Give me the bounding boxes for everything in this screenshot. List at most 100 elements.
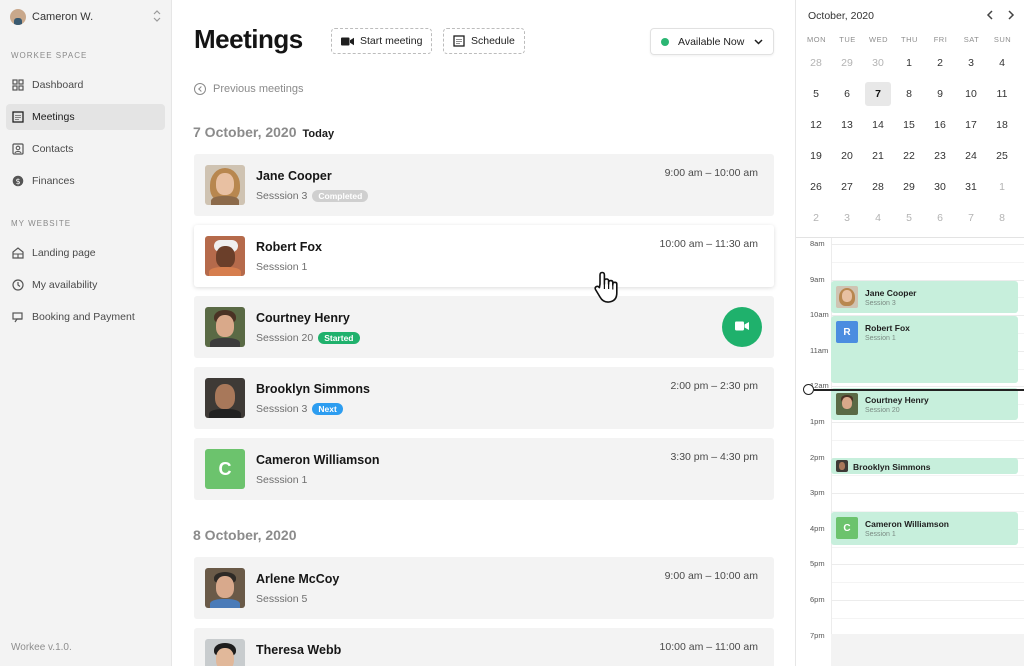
landing-page-icon [12, 247, 24, 259]
calendar-day[interactable]: 30 [865, 51, 891, 75]
calendar-grid-icon [453, 35, 465, 47]
calendar-day[interactable]: 20 [834, 144, 860, 168]
calendar-day[interactable]: 11 [989, 82, 1015, 106]
calendar-day[interactable]: 26 [803, 175, 829, 199]
sidebar-item-label: Landing page [32, 247, 96, 259]
current-time-marker [803, 384, 814, 395]
calendar-day[interactable]: 22 [896, 144, 922, 168]
schedule-button[interactable]: Schedule [443, 28, 525, 54]
calendar-day[interactable]: 29 [896, 175, 922, 199]
calendar-day[interactable]: 9 [927, 82, 953, 106]
dashboard-icon [12, 79, 24, 91]
calendar-day[interactable]: 31 [958, 175, 984, 199]
availability-select[interactable]: Available Now [650, 28, 774, 55]
calendar-day[interactable]: 2 [927, 51, 953, 75]
hour-label: 6pm [810, 595, 825, 604]
calendar-day[interactable]: 1 [989, 175, 1015, 199]
calendar-day[interactable]: 6 [834, 82, 860, 106]
calendar-day[interactable]: 25 [989, 144, 1015, 168]
calendar-day[interactable]: 19 [803, 144, 829, 168]
calendar-day[interactable]: 12 [803, 113, 829, 137]
calendar-day[interactable]: 29 [834, 51, 860, 75]
calendar-day[interactable]: 23 [927, 144, 953, 168]
calendar-day[interactable]: 5 [896, 206, 922, 230]
calendar-day[interactable]: 17 [958, 113, 984, 137]
calendar-day[interactable]: 6 [927, 206, 953, 230]
sidebar-item-availability[interactable]: My availability [6, 272, 165, 298]
calendar-day[interactable]: 4 [989, 51, 1015, 75]
sidebar-item-contacts[interactable]: Contacts [6, 136, 165, 162]
calendar-day[interactable]: 8 [896, 82, 922, 106]
calendar-day[interactable]: 7 [958, 206, 984, 230]
date-label: 8 October, 2020 [193, 527, 297, 543]
calendar-grid-icon [12, 111, 24, 123]
sidebar: Cameron W. WORKEE SPACE Dashboard Meetin… [0, 0, 172, 666]
timeline-event[interactable]: R Robert Fox Session 1 [831, 316, 1018, 383]
timeline-event[interactable]: Jane Cooper Session 3 [831, 281, 1018, 313]
meeting-name: Cameron Williamson [256, 453, 380, 467]
avatar [205, 236, 245, 276]
meeting-card[interactable]: Jane Cooper Sesssion 3 Completed 9:00 am… [194, 154, 774, 216]
schedule-label: Schedule [471, 35, 515, 47]
event-sub: Session 3 [865, 300, 896, 307]
chevron-left-icon[interactable] [986, 9, 994, 23]
meeting-card[interactable]: Theresa Webb 10:00 am – 11:00 am [194, 628, 774, 666]
timeline-event[interactable]: Brooklyn Simmons [831, 458, 1018, 474]
calendar-day[interactable]: 30 [927, 175, 953, 199]
sidebar-item-meetings[interactable]: Meetings [6, 104, 165, 130]
date-heading: 8 October, 2020 [193, 527, 297, 543]
hour-label: 9am [810, 274, 825, 284]
sidebar-item-booking[interactable]: Booking and Payment [6, 304, 165, 330]
sidebar-item-finances[interactable]: $ Finances [6, 168, 165, 194]
user-name: Cameron W. [32, 11, 94, 23]
join-video-button[interactable] [722, 307, 762, 347]
calendar-day[interactable]: 28 [865, 175, 891, 199]
meeting-session: Sesssion 3 Completed [256, 190, 369, 202]
event-name: Brooklyn Simmons [853, 462, 931, 472]
meeting-card[interactable]: Courtney Henry Sesssion 20 Started [194, 296, 774, 358]
event-sub: Session 1 [865, 531, 896, 538]
calendar-day[interactable]: 3 [834, 206, 860, 230]
calendar-day[interactable]: 10 [958, 82, 984, 106]
calendar-day[interactable]: 21 [865, 144, 891, 168]
calendar-day[interactable]: 5 [803, 82, 829, 106]
calendar-day[interactable]: 14 [865, 113, 891, 137]
sidebar-item-label: Finances [32, 175, 75, 187]
calendar-day[interactable]: 28 [803, 51, 829, 75]
session-label: Sesssion 3 [256, 190, 308, 202]
calendar-day[interactable]: 15 [896, 113, 922, 137]
sidebar-item-dashboard[interactable]: Dashboard [6, 72, 165, 98]
chevron-right-icon[interactable] [1007, 9, 1015, 23]
meeting-name: Courtney Henry [256, 311, 350, 325]
meeting-card[interactable]: C Cameron Williamson Sesssion 1 3:30 pm … [194, 438, 774, 500]
chevron-down-icon [754, 36, 763, 48]
user-switcher[interactable]: Cameron W. [10, 8, 162, 26]
start-meeting-button[interactable]: Start meeting [331, 28, 433, 54]
meeting-session: Sesssion 3 Next [256, 403, 343, 415]
timeline-event[interactable]: Courtney Henry Session 20 [831, 388, 1018, 420]
calendar-day[interactable]: 16 [927, 113, 953, 137]
status-badge: Completed [312, 190, 369, 202]
calendar-day[interactable]: 18 [989, 113, 1015, 137]
timeline-footer [831, 634, 1024, 666]
session-label: Sesssion 20 [256, 332, 314, 344]
previous-meetings-link[interactable]: Previous meetings [194, 83, 304, 95]
calendar-day[interactable]: 2 [803, 206, 829, 230]
calendar-day[interactable]: 24 [958, 144, 984, 168]
hour-gridline [831, 244, 1024, 245]
meeting-card[interactable]: Brooklyn Simmons Sesssion 3 Next 2:00 pm… [194, 367, 774, 429]
calendar-day[interactable]: 13 [834, 113, 860, 137]
meeting-card[interactable]: Robert Fox Sesssion 1 10:00 am – 11:30 a… [194, 225, 774, 287]
calendar-day[interactable]: 7 [865, 82, 891, 106]
calendar-day[interactable]: 27 [834, 175, 860, 199]
timeline-event[interactable]: C Cameron Williamson Session 1 [831, 512, 1018, 545]
calendar-day[interactable]: 4 [865, 206, 891, 230]
sidebar-item-landing-page[interactable]: Landing page [6, 240, 165, 266]
calendar-day[interactable]: 1 [896, 51, 922, 75]
calendar-day[interactable]: 8 [989, 206, 1015, 230]
current-time-line [814, 389, 1024, 391]
meeting-time: 9:00 am – 10:00 am [664, 167, 758, 179]
hour-gridline [831, 600, 1024, 601]
meeting-card[interactable]: Arlene McCoy Sesssion 5 9:00 am – 10:00 … [194, 557, 774, 619]
calendar-day[interactable]: 3 [958, 51, 984, 75]
